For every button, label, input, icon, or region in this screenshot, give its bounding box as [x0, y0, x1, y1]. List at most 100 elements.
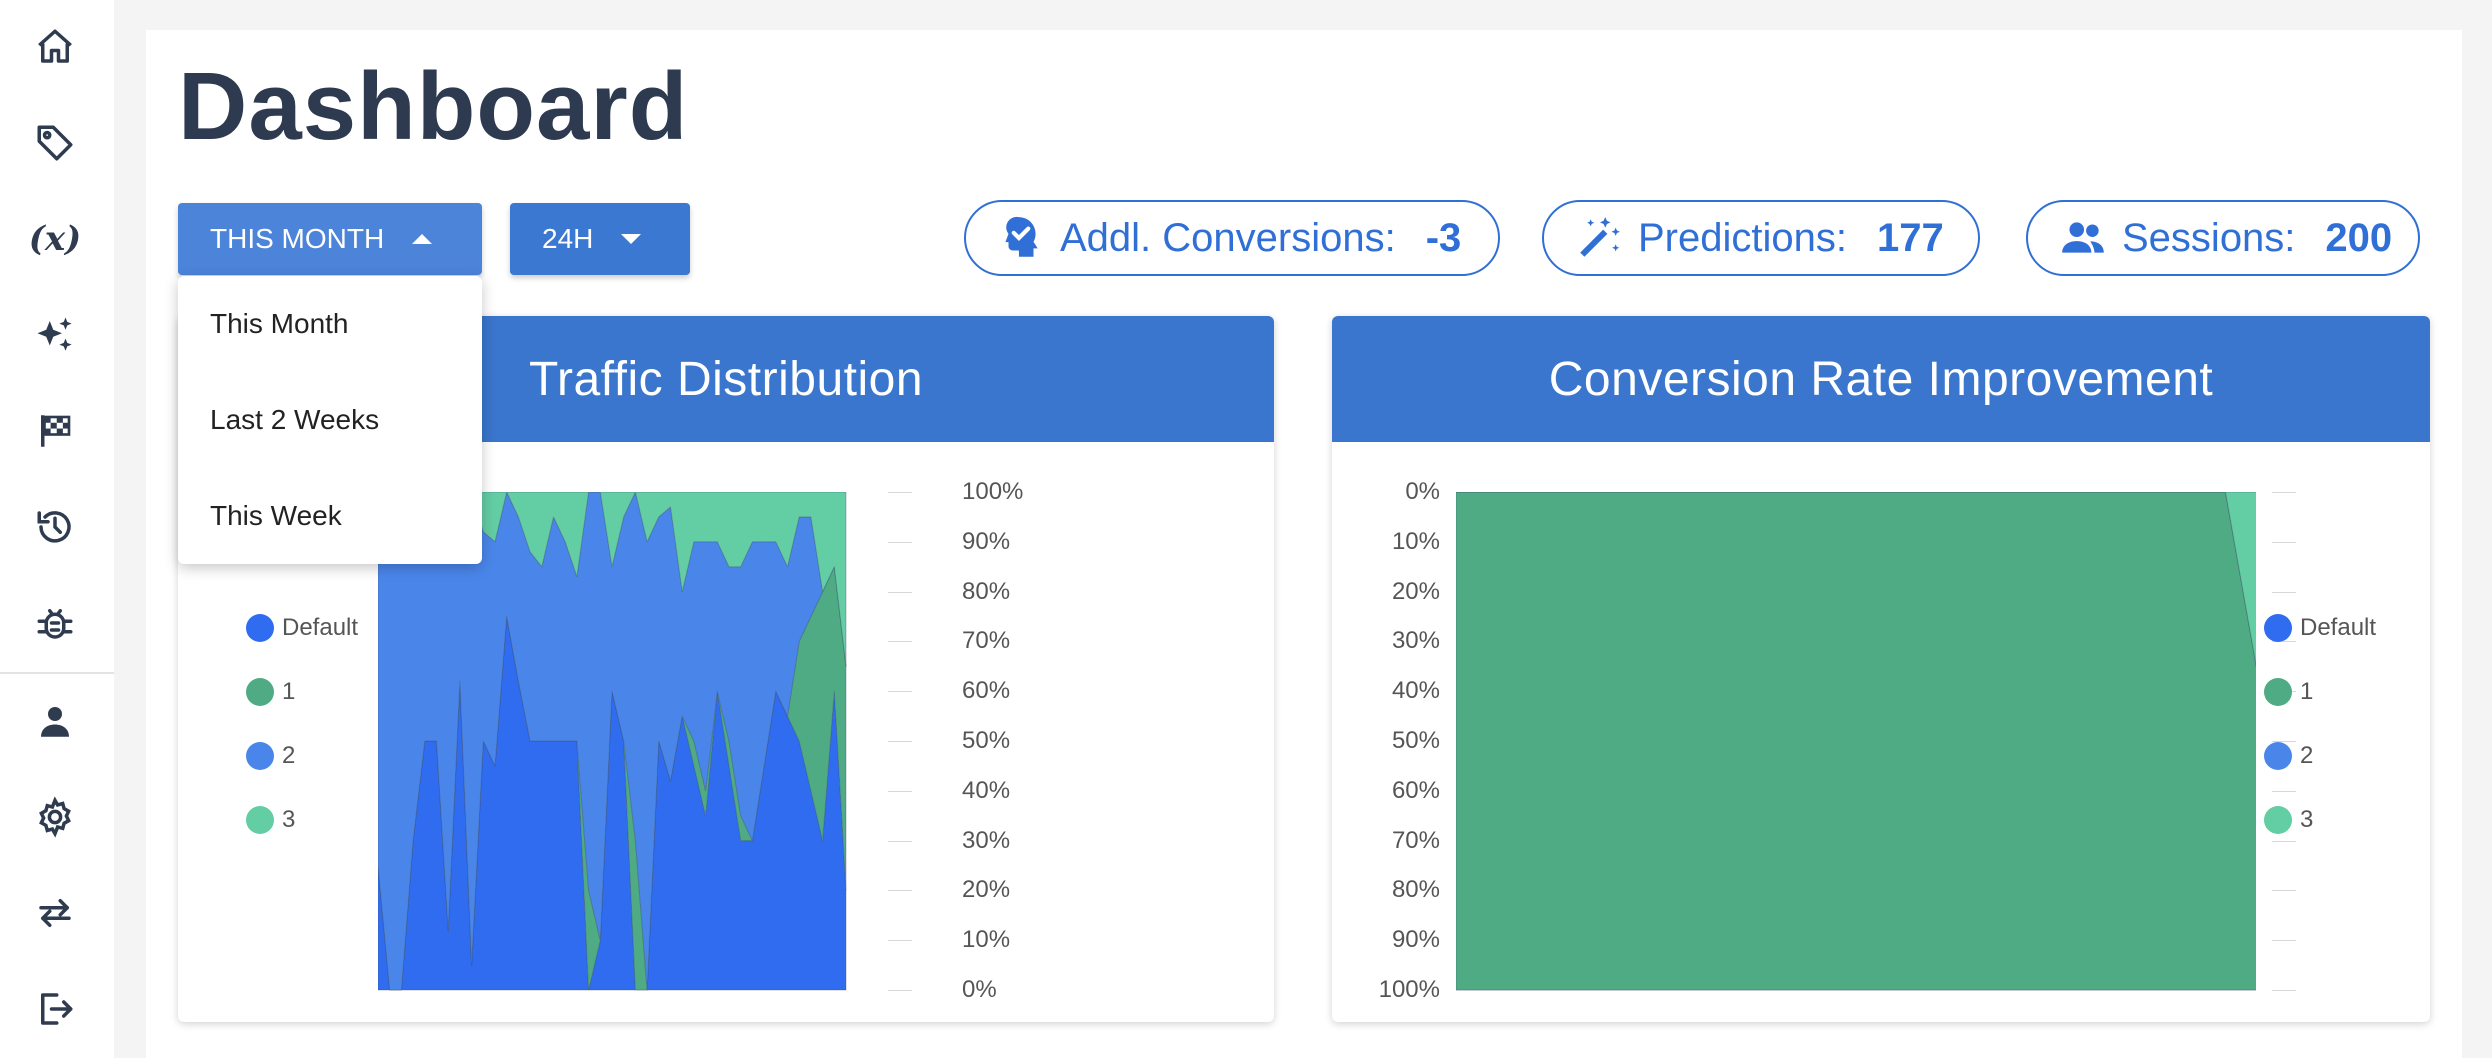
y-tick-line [888, 990, 912, 991]
menu-item-last-2-weeks[interactable]: Last 2 Weeks [210, 404, 379, 436]
legend-dot [2264, 678, 2292, 706]
y-tick-line [2272, 591, 2296, 593]
period-dropdown-label: THIS MONTH [210, 223, 385, 254]
menu-item-this-month[interactable]: This Month [210, 308, 349, 340]
y-tick-label: 60% [1391, 776, 1440, 804]
tag-icon [37, 125, 73, 161]
history-icon [37, 511, 71, 543]
y-tick-label: 0% [1405, 478, 1440, 505]
bug-icon [37, 609, 73, 639]
series-area-1 [1456, 492, 2256, 991]
legend-dot [2264, 614, 2292, 642]
y-tick-label: 30% [962, 826, 1011, 854]
y-tick-line [888, 641, 912, 643]
legend-dot [246, 806, 274, 834]
legend-label: 3 [282, 806, 296, 833]
y-tick-label: 70% [962, 627, 1011, 655]
y-tick-label: 40% [1391, 677, 1440, 705]
user-icon [41, 707, 69, 737]
stat-label: Addl. Conversions: [1060, 215, 1396, 260]
conversion-rate-card: Conversion Rate Improvement 0% 10% 20% 30% 4… [1332, 316, 2430, 1022]
nav-switch[interactable] [28, 886, 82, 940]
y-tick-line [2272, 940, 2296, 942]
stat-sessions: Sessions: 200 [2026, 200, 2420, 276]
y-tick-label: 60% [962, 677, 1011, 705]
period-dropdown[interactable]: THIS MONTH [178, 203, 482, 275]
y-tick-line [888, 790, 912, 792]
stat-predictions: Predictions: 177 [1542, 200, 1980, 276]
legend-item-1[interactable]: 1 [2264, 678, 2313, 706]
menu-item-this-week[interactable]: This Week [210, 500, 342, 532]
main-panel: Dashboard THIS MONTH 24H This Month Last… [146, 30, 2462, 1058]
stat-label: Sessions: [2122, 215, 2296, 260]
legend-label: 2 [282, 742, 296, 769]
nav-goals[interactable] [28, 404, 82, 458]
stat-value: -3 [1425, 215, 1462, 260]
nav-tags[interactable] [28, 116, 82, 170]
y-tick-line [2272, 990, 2296, 991]
nav-account[interactable] [28, 694, 82, 748]
stat-label: Predictions: [1638, 215, 1847, 260]
y-tick-line [888, 940, 912, 942]
y-tick-line [2272, 541, 2296, 543]
period-menu: This Month Last 2 Weeks This Week [178, 276, 482, 564]
nav-history[interactable] [28, 500, 82, 554]
y-tick-label: 80% [962, 577, 1011, 605]
y-tick-line [888, 691, 912, 693]
legend-label: Default [282, 614, 359, 641]
legend-item-2[interactable]: 2 [2264, 742, 2313, 770]
y-tick-label: 90% [1391, 926, 1440, 954]
y-tick-label: 0% [962, 976, 997, 1003]
nav-home[interactable] [28, 20, 82, 74]
y-tick-line [2272, 492, 2296, 493]
y-tick-line [888, 890, 912, 892]
legend-item-1[interactable]: 1 [246, 678, 295, 706]
legend-dot [2264, 742, 2292, 770]
legend-item-3[interactable]: 3 [2264, 806, 2313, 834]
legend-label: 2 [2300, 742, 2314, 769]
y-tick-label: 70% [1391, 826, 1440, 854]
nav-debug[interactable] [28, 596, 82, 650]
nav-logout[interactable] [28, 982, 82, 1036]
y-tick-line [888, 591, 912, 593]
y-tick-line [888, 541, 912, 543]
y-tick-label: 20% [962, 876, 1011, 904]
flag-checkered-icon [41, 415, 71, 447]
stat-value: 200 [2325, 215, 2393, 260]
sidebar-divider [0, 672, 114, 674]
gear-icon [39, 796, 71, 838]
sidebar: (x) [0, 0, 114, 1058]
nav-settings[interactable] [28, 790, 82, 844]
y-tick-line [888, 840, 912, 842]
caret-down-icon [621, 234, 642, 244]
y-tick-line [2272, 840, 2296, 842]
page-title: Dashboard [178, 53, 689, 160]
y-tick-label: 100% [962, 478, 1024, 505]
legend-dot [246, 614, 274, 642]
traffic-area-chart [378, 492, 847, 991]
y-tick-line [888, 492, 912, 493]
fx-icon: (x) [28, 219, 82, 259]
swap-arrows-icon [39, 899, 71, 927]
legend-item-default[interactable]: Default [246, 614, 358, 642]
caret-up-icon [412, 234, 433, 244]
nav-variables[interactable]: (x) [28, 212, 82, 266]
y-tick-label: 80% [1391, 876, 1440, 904]
legend-item-2[interactable]: 2 [246, 742, 295, 770]
granularity-dropdown-label: 24H [542, 223, 594, 254]
sparkles-icon [37, 317, 72, 351]
magic-wand-icon [1580, 217, 1620, 257]
granularity-dropdown[interactable]: 24H [510, 203, 690, 275]
legend-label: 1 [2300, 678, 2314, 705]
nav-ai[interactable] [28, 308, 82, 362]
home-icon [38, 29, 72, 63]
stat-additional-conversions: Addl. Conversions: -3 [964, 200, 1500, 276]
y-tick-line [888, 741, 912, 742]
stat-value: 177 [1876, 215, 1944, 260]
y-tick-label: 30% [1391, 627, 1440, 655]
conversion-rate-title: Conversion Rate Improvement [1332, 316, 2430, 442]
legend-item-default[interactable]: Default [2264, 614, 2376, 642]
y-tick-line [2272, 890, 2296, 892]
legend-item-3[interactable]: 3 [246, 806, 295, 834]
y-tick-label: 90% [962, 527, 1011, 555]
